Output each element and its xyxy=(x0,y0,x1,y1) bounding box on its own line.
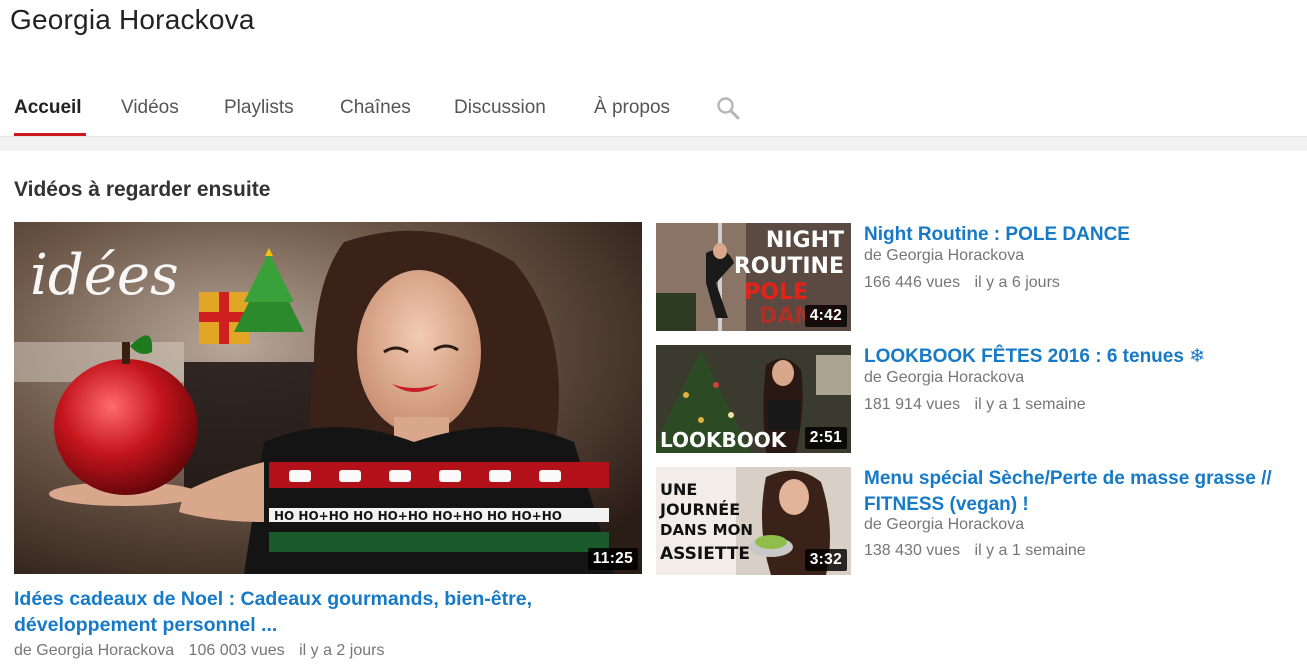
video-views: 181 914 vues xyxy=(864,396,961,413)
duration-badge: 3:32 xyxy=(804,549,847,571)
video-stats: 166 446 vues il y a 6 jours xyxy=(864,274,1070,292)
section-title: Vidéos à regarder ensuite xyxy=(14,178,271,201)
tab-label: À propos xyxy=(594,97,671,118)
side-video-item: UNE JOURNÉE DANS MON ASSIETTE 3:32 Menu … xyxy=(656,467,1296,577)
video-age: il y a 6 jours xyxy=(974,274,1060,291)
video-age: il y a 1 semaine xyxy=(974,396,1086,413)
channel-tabs: Accueil Vidéos Playlists Chaînes Discuss… xyxy=(0,86,700,136)
tab-label: Discussion xyxy=(454,97,546,118)
tab-label: Chaînes xyxy=(340,97,411,118)
search-icon[interactable] xyxy=(716,96,740,120)
duration-badge: 11:25 xyxy=(587,548,638,570)
tab-label: Vidéos xyxy=(121,97,179,118)
thumb-text: NIGHT xyxy=(766,228,844,253)
header-divider xyxy=(0,136,1307,151)
video-channel[interactable]: de Georgia Horackova xyxy=(864,247,1024,265)
thumb-text: POLE xyxy=(744,280,808,305)
thumb-text: DANS MON xyxy=(660,521,753,539)
tab-playlists[interactable]: Playlists xyxy=(224,86,294,136)
tab-chaines[interactable]: Chaînes xyxy=(340,86,411,136)
tab-label: Playlists xyxy=(224,97,294,118)
duration-badge: 2:51 xyxy=(804,427,847,449)
video-channel[interactable]: de Georgia Horackova xyxy=(14,642,174,659)
video-stats: 181 914 vues il y a 1 semaine xyxy=(864,396,1096,414)
video-age: il y a 2 jours xyxy=(299,642,385,659)
feature-video-title[interactable]: Idées cadeaux de Noel : Cadeaux gourmand… xyxy=(14,586,642,638)
thumb-text: ROUTINE xyxy=(734,254,844,279)
feature-video-thumbnail[interactable]: HO HO+HO HO HO+HO HO+HO HO HO+HO idées 1… xyxy=(14,222,642,574)
side-video-thumbnail[interactable]: LOOKBOOK 2:51 xyxy=(656,345,851,453)
tab-videos[interactable]: Vidéos xyxy=(121,86,179,136)
side-video-item: NIGHT ROUTINE POLE DANCE 4:42 Night Rout… xyxy=(656,223,1296,333)
thumb-text: UNE xyxy=(660,480,697,499)
side-video-item: LOOKBOOK 2:51 LOOKBOOK FÊTES 2016 : 6 te… xyxy=(656,345,1296,455)
video-channel[interactable]: de Georgia Horackova xyxy=(864,516,1024,534)
channel-header: Georgia Horackova Accueil Vidéos Playlis… xyxy=(0,0,1307,136)
tab-label: Accueil xyxy=(14,97,82,118)
video-age: il y a 1 semaine xyxy=(974,542,1086,559)
side-video-title[interactable]: LOOKBOOK FÊTES 2016 : 6 tenues ❄ xyxy=(864,344,1296,370)
duration-badge: 4:42 xyxy=(804,305,847,327)
thumb-text: ASSIETTE xyxy=(660,544,750,564)
feature-thumbnail-art: HO HO+HO HO HO+HO HO+HO HO HO+HO idées xyxy=(14,222,642,574)
side-video-thumbnail[interactable]: UNE JOURNÉE DANS MON ASSIETTE 3:32 xyxy=(656,467,851,575)
tab-a-propos[interactable]: À propos xyxy=(594,86,670,136)
channel-title[interactable]: Georgia Horackova xyxy=(10,4,255,36)
sweater-text: HO HO+HO HO HO+HO HO+HO HO HO+HO xyxy=(274,509,562,523)
thumb-text: JOURNÉE xyxy=(659,500,740,519)
side-video-thumbnail[interactable]: NIGHT ROUTINE POLE DANCE 4:42 xyxy=(656,223,851,331)
video-channel[interactable]: de Georgia Horackova xyxy=(864,369,1024,387)
tab-discussion[interactable]: Discussion xyxy=(454,86,546,136)
thumb-text: LOOKBOOK xyxy=(660,428,788,452)
tab-accueil[interactable]: Accueil xyxy=(14,86,86,136)
side-video-title[interactable]: Night Routine : POLE DANCE xyxy=(864,222,1296,248)
video-views: 138 430 vues xyxy=(864,542,961,559)
thumb-script-text: idées xyxy=(30,243,179,308)
video-views: 166 446 vues xyxy=(864,274,961,291)
feature-video-meta: de Georgia Horackova 106 003 vues il y a… xyxy=(14,642,394,660)
side-video-title[interactable]: Menu spécial Sèche/Perte de masse grasse… xyxy=(864,466,1296,518)
video-views: 106 003 vues xyxy=(188,642,285,659)
video-stats: 138 430 vues il y a 1 semaine xyxy=(864,542,1096,560)
